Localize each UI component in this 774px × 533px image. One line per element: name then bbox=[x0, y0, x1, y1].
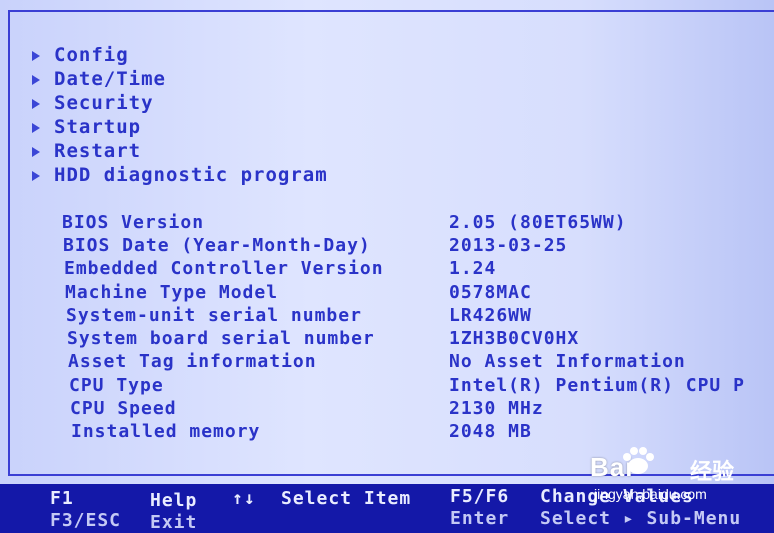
watermark-url: jingyan.baidu.com bbox=[594, 486, 707, 502]
info-row-ec-version: Embedded Controller Version 1.24 bbox=[0, 258, 774, 280]
info-row-cpu-speed: CPU Speed 2130 MHz bbox=[0, 398, 774, 420]
info-label: CPU Speed bbox=[70, 398, 177, 419]
menu-item-label: Restart bbox=[54, 140, 142, 162]
info-row-bios-version: BIOS Version 2.05 (80ET65WW) bbox=[0, 212, 774, 234]
arrow-right-icon bbox=[32, 170, 40, 181]
info-row-installed-memory: Installed memory 2048 MB bbox=[0, 421, 774, 443]
exit-label: Exit bbox=[150, 512, 198, 533]
select-item-label: Select Item bbox=[281, 488, 412, 509]
select-sub-menu-label: Select ▸ Sub-Menu bbox=[540, 508, 742, 529]
menu-item-hdd-diagnostic[interactable]: HDD diagnostic program bbox=[32, 164, 328, 186]
info-row-cpu-type: CPU Type Intel(R) Pentium(R) CPU P bbox=[0, 375, 774, 397]
info-value: 2130 MHz bbox=[449, 398, 544, 419]
info-label: Installed memory bbox=[71, 421, 261, 442]
f5-f6-key: F5/F6 bbox=[450, 486, 510, 507]
info-row-machine-type: Machine Type Model 0578MAC bbox=[0, 282, 774, 304]
arrow-right-icon bbox=[32, 122, 40, 133]
info-label: System board serial number bbox=[67, 328, 375, 349]
menu-item-label: Security bbox=[54, 92, 154, 114]
info-label: BIOS Date (Year-Month-Day) bbox=[63, 235, 371, 256]
info-label: Asset Tag information bbox=[68, 351, 317, 372]
menu-item-label: Date/Time bbox=[54, 68, 166, 90]
info-label: System-unit serial number bbox=[66, 305, 362, 326]
info-label: Machine Type Model bbox=[65, 282, 279, 303]
menu-item-label: Config bbox=[54, 44, 129, 66]
info-label: BIOS Version bbox=[62, 212, 205, 233]
menu-item-restart[interactable]: Restart bbox=[32, 140, 141, 162]
info-label: CPU Type bbox=[69, 375, 164, 396]
info-row-board-serial: System board serial number 1ZH3B0CV0HX bbox=[0, 328, 774, 350]
info-value: 1ZH3B0CV0HX bbox=[449, 328, 580, 349]
arrow-right-icon bbox=[32, 74, 40, 85]
paw-icon bbox=[623, 447, 654, 474]
f1-key: F1 bbox=[50, 488, 74, 509]
info-value: LR426WW bbox=[449, 305, 532, 326]
info-value: 2048 MB bbox=[449, 421, 532, 442]
menu-item-startup[interactable]: Startup bbox=[32, 116, 141, 138]
menu-item-label: HDD diagnostic program bbox=[54, 164, 328, 186]
arrows-key: ↑↓ bbox=[232, 488, 256, 509]
info-row-asset-tag: Asset Tag information No Asset Informati… bbox=[0, 351, 774, 373]
enter-key: Enter bbox=[450, 508, 510, 529]
info-label: Embedded Controller Version bbox=[64, 258, 384, 279]
info-value: No Asset Information bbox=[449, 351, 686, 372]
f1-help-label: Help bbox=[150, 490, 198, 511]
info-row-system-serial: System-unit serial number LR426WW bbox=[0, 305, 774, 327]
menu-item-security[interactable]: Security bbox=[32, 92, 154, 114]
info-value: 2.05 (80ET65WW) bbox=[449, 212, 627, 233]
info-value: 2013-03-25 bbox=[449, 235, 568, 256]
watermark-brand-suffix: 经验 bbox=[690, 459, 735, 484]
arrow-right-icon bbox=[32, 98, 40, 109]
menu-item-label: Startup bbox=[54, 116, 142, 138]
arrow-right-icon bbox=[32, 146, 40, 157]
menu-item-date-time[interactable]: Date/Time bbox=[32, 68, 166, 90]
info-row-bios-date: BIOS Date (Year-Month-Day) 2013-03-25 bbox=[0, 235, 774, 257]
arrow-right-icon bbox=[32, 50, 40, 61]
info-value: 0578MAC bbox=[449, 282, 532, 303]
info-value: 1.24 bbox=[449, 258, 497, 279]
menu-item-config[interactable]: Config bbox=[32, 44, 129, 66]
esc-key: F3/ESC bbox=[50, 510, 122, 531]
info-value: Intel(R) Pentium(R) CPU P bbox=[449, 375, 745, 396]
